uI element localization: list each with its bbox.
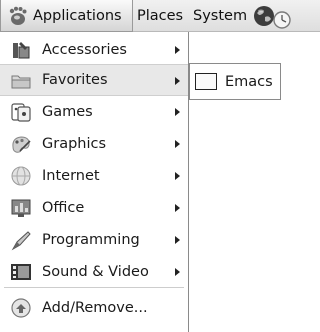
top-panel: Applications Places System — [0, 0, 320, 32]
menu-item-label: Programming — [42, 232, 140, 248]
menu-item-office[interactable]: Office — [0, 192, 188, 224]
submenu-arrow-icon — [175, 140, 180, 148]
internet-icon — [11, 166, 31, 186]
menu-item-label: Add/Remove... — [42, 300, 148, 316]
menu-item-label: Accessories — [42, 42, 127, 58]
submenu-arrow-icon — [175, 204, 180, 212]
accessories-icon — [13, 42, 30, 59]
submenu-arrow-icon — [175, 46, 180, 54]
submenu-arrow-icon — [175, 172, 180, 180]
applications-dropdown: Accessories Favorites Games Graphics Int… — [0, 32, 189, 332]
office-icon — [11, 199, 31, 217]
menu-item-label: Sound & Video — [42, 264, 149, 280]
menu-item-graphics[interactable]: Graphics — [0, 128, 188, 160]
programming-icon — [11, 231, 31, 251]
menu-item-internet[interactable]: Internet — [0, 160, 188, 192]
favorites-submenu: Emacs — [189, 63, 281, 100]
menu-item-accessories[interactable]: Accessories — [0, 34, 188, 66]
games-icon — [11, 103, 31, 122]
menu-item-programming[interactable]: Programming — [0, 224, 188, 256]
submenu-item-emacs[interactable]: Emacs — [190, 66, 280, 97]
sound-video-icon — [11, 264, 31, 280]
menu-item-label: Internet — [42, 168, 100, 184]
menu-item-label: Office — [42, 200, 85, 216]
submenu-arrow-icon — [175, 77, 180, 85]
menu-item-label: Games — [42, 104, 93, 120]
menu-item-sound-video[interactable]: Sound & Video — [0, 256, 188, 288]
applications-label: Applications — [33, 7, 122, 24]
menu-item-label: Graphics — [42, 136, 107, 152]
places-menu[interactable]: Places — [135, 0, 189, 32]
folder-icon — [11, 75, 31, 89]
add-remove-icon — [11, 298, 31, 318]
graphics-icon — [12, 136, 31, 153]
menu-item-label: Favorites — [42, 72, 108, 88]
submenu-arrow-icon — [175, 236, 180, 244]
places-label: Places — [137, 8, 184, 24]
submenu-arrow-icon — [175, 268, 180, 276]
desktop: Applications Places System Accessories F… — [0, 0, 320, 332]
gnome-foot-icon — [9, 6, 27, 25]
submenu-arrow-icon — [175, 108, 180, 116]
menu-separator — [4, 287, 184, 288]
clock-icon[interactable] — [272, 10, 292, 30]
submenu-item-label: Emacs — [225, 73, 273, 90]
menu-item-add-remove[interactable]: Add/Remove... — [0, 292, 188, 324]
applications-menu[interactable]: Applications — [0, 0, 133, 32]
menu-item-favorites[interactable]: Favorites — [0, 64, 188, 96]
system-menu[interactable]: System — [191, 0, 251, 32]
emacs-window-icon — [195, 73, 217, 90]
menu-item-games[interactable]: Games — [0, 96, 188, 128]
system-label: System — [193, 8, 248, 24]
